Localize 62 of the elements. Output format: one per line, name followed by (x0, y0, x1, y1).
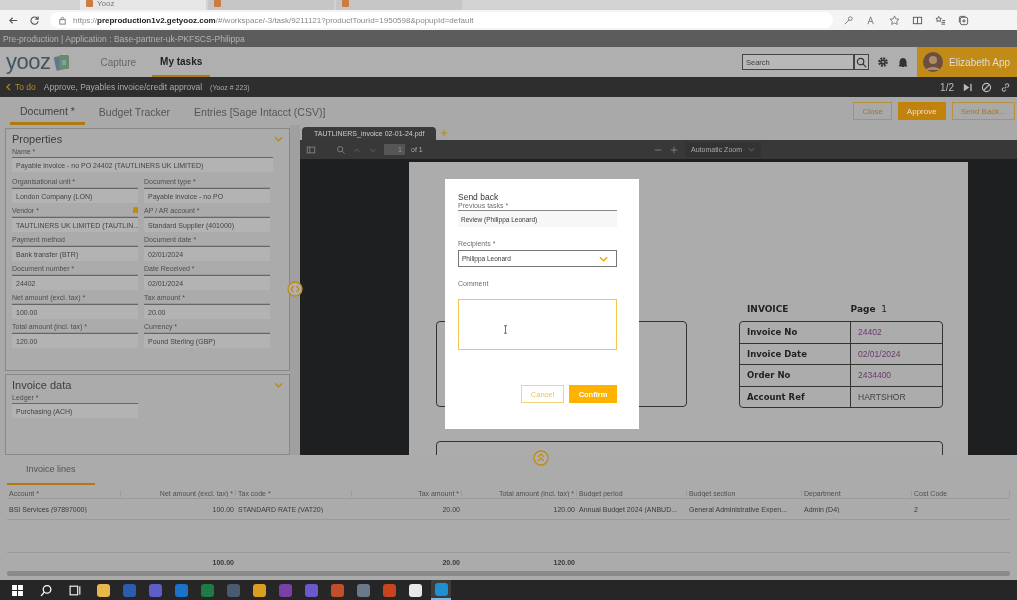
next-icon[interactable] (962, 81, 973, 93)
user-menu[interactable]: Elizabeth App (917, 47, 1017, 77)
page-number: 1 (881, 304, 887, 314)
section-title: Invoice data (12, 379, 72, 391)
search-icon (856, 56, 867, 68)
environment-label: Pre-production | Application : Base-partner-uk-PKFSCS-Philippa (3, 33, 245, 44)
document-tab[interactable]: Document * (10, 99, 85, 125)
search-icon[interactable] (40, 583, 53, 597)
text-cursor-icon (503, 325, 508, 334)
invoice-heading: INVOICE (747, 304, 789, 314)
browser-tab[interactable]: Yooz (80, 0, 206, 10)
collapse-handle-icon[interactable] (533, 450, 549, 466)
document-tab[interactable]: Budget Tracker (88, 99, 181, 125)
back-link[interactable]: To do (6, 82, 36, 92)
table-cell-text: Account Ref (746, 390, 806, 404)
page-label: Page (850, 304, 876, 314)
key-icon[interactable] (843, 14, 854, 26)
browser-tab[interactable] (208, 0, 334, 10)
search-button[interactable] (854, 54, 869, 70)
avatar-icon (923, 52, 943, 72)
favicon-icon (214, 0, 221, 7)
lock-icon (58, 15, 67, 25)
table-cell-text: Invoice No (746, 326, 799, 340)
favicon-icon (342, 0, 349, 7)
table-cell-text: Invoice Date (746, 347, 808, 361)
table-cell: 24402 (850, 322, 942, 343)
sidebar-toggle-icon[interactable] (306, 144, 316, 155)
zoom-in-icon[interactable] (669, 144, 680, 155)
invoice-lines-tab[interactable]: Invoice lines (7, 455, 95, 485)
star-icon[interactable] (889, 14, 900, 26)
caret-icon (748, 147, 755, 152)
comment-field[interactable] (458, 299, 617, 350)
block-icon[interactable] (981, 81, 992, 93)
read-aloud-icon[interactable] (866, 14, 877, 26)
favicon-icon (86, 0, 93, 7)
task-title: Approve, Payables invoice/credit approval (43, 82, 203, 92)
link-icon[interactable] (1000, 81, 1011, 93)
chevron-down-icon (599, 255, 608, 262)
settings-icon[interactable] (877, 56, 889, 68)
taskbar-app-icon[interactable] (431, 580, 451, 600)
split-screen-icon[interactable] (912, 14, 923, 26)
table-cell: 2434400 (850, 365, 942, 386)
table-cell: HARTSHOR (850, 386, 942, 407)
approve-button[interactable]: Approve (897, 102, 946, 120)
document-tab[interactable]: Entries [Sage Intacct (CSV)] (184, 99, 336, 125)
nav-tab[interactable]: Capture (92, 47, 145, 77)
pager-label: 1/2 (940, 81, 954, 93)
task-view-icon[interactable] (69, 583, 82, 597)
section-title: Properties (12, 133, 63, 145)
refresh-icon[interactable] (29, 14, 40, 26)
logo[interactable]: yooz (6, 51, 51, 73)
collections-icon[interactable] (958, 14, 969, 26)
table-cell-text: Order No (746, 369, 792, 383)
resize-handle-icon[interactable] (287, 281, 303, 297)
favorites-icon[interactable] (935, 14, 946, 26)
browser-tab[interactable] (336, 0, 462, 10)
table-cell: 02/01/2024 (850, 343, 942, 364)
address-field[interactable]: https://preproduction1v2.getyooz.com/#/workspace/-3/task/9211121?productTourId=1950598&popupId=default (50, 12, 833, 28)
dialog-title: Send back (458, 192, 500, 202)
notification-bell-icon[interactable] (897, 56, 909, 68)
windows-start-icon[interactable] (11, 583, 24, 597)
chevron-left-icon (6, 83, 11, 91)
